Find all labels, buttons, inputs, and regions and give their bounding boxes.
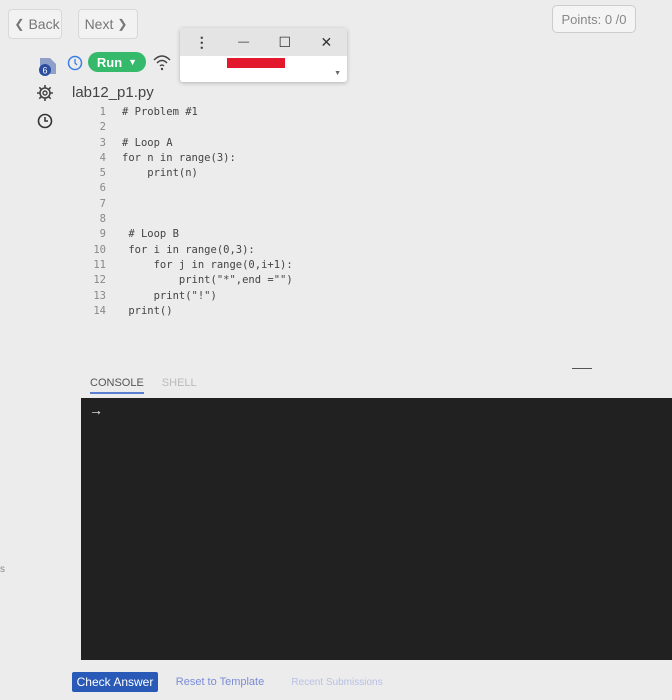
chevron-down-icon: ▼ — [128, 57, 138, 67]
console-output[interactable]: → — [81, 398, 672, 660]
tab-console[interactable]: CONSOLE — [90, 377, 144, 394]
wifi-icon — [152, 53, 172, 76]
code-line: 6 — [80, 182, 672, 197]
code-text[interactable]: for n in range(3): — [122, 152, 236, 164]
settings-gear-icon[interactable] — [36, 84, 54, 102]
code-text[interactable]: print("!") — [122, 290, 217, 302]
recent-submissions-button[interactable]: Recent Submissions — [282, 672, 392, 692]
code-text[interactable]: for i in range(0,3): — [122, 244, 254, 256]
back-label: Back — [28, 16, 60, 32]
user-badge-icon[interactable]: 6 — [36, 54, 56, 76]
close-icon[interactable]: ✕ — [321, 34, 333, 51]
code-line: 8 — [80, 213, 672, 228]
more-menu-icon[interactable]: ⋮ — [195, 34, 209, 51]
badge-count: 6 — [42, 66, 47, 76]
code-editor[interactable]: 1 # Problem #1 2 3 # Loop A 4 for n in rang… — [80, 106, 672, 320]
check-answer-button[interactable]: Check Answer — [72, 672, 158, 692]
chevron-right-icon: ❯ — [117, 17, 128, 31]
code-line: 7 — [80, 198, 672, 213]
line-number: 10 — [93, 243, 106, 256]
code-line: 10 for i in range(0,3): — [80, 244, 672, 259]
minimize-icon[interactable]: — — [238, 36, 249, 48]
code-line: 12 print("*",end ="") — [80, 274, 672, 289]
code-line: 2 — [80, 121, 672, 136]
line-number: 11 — [93, 258, 106, 271]
code-line: 1 # Problem #1 — [80, 106, 672, 121]
code-text[interactable]: # Problem #1 — [122, 106, 198, 118]
line-number: 3 — [99, 136, 106, 149]
maximize-icon[interactable]: ☐ — [279, 34, 292, 51]
edge-text: s — [0, 564, 5, 575]
line-number: 14 — [93, 304, 106, 317]
history-icon[interactable] — [66, 54, 84, 72]
line-number: 9 — [99, 228, 106, 241]
code-line: 5 print(n) — [80, 167, 672, 182]
code-line: 4 for n in range(3): — [80, 152, 672, 167]
line-number: 5 — [99, 167, 106, 180]
code-text[interactable]: print() — [122, 305, 172, 317]
next-label: Next — [84, 16, 114, 32]
window-titlebar: ⋮ — ☐ ✕ — [180, 28, 347, 56]
file-name: lab12_p1.py — [72, 84, 154, 101]
code-text[interactable]: print(n) — [122, 167, 198, 179]
run-button[interactable]: Run ▼ — [88, 52, 146, 72]
line-number: 1 — [99, 106, 106, 118]
floating-window: ⋮ — ☐ ✕ ▼ — [180, 28, 347, 82]
line-number: 2 — [99, 121, 106, 134]
console-tabs: CONSOLE SHELL — [90, 377, 197, 394]
chevron-left-icon: ❮ — [14, 17, 25, 31]
reset-template-button[interactable]: Reset to Template — [170, 672, 270, 692]
code-line: 9 # Loop B — [80, 228, 672, 243]
back-button[interactable]: ❮ Back — [8, 9, 62, 39]
code-line: 11 for j in range(0,i+1): — [80, 259, 672, 274]
line-number: 6 — [99, 182, 106, 195]
line-number: 12 — [93, 274, 106, 287]
code-text[interactable]: for j in range(0,i+1): — [122, 259, 293, 271]
code-text[interactable]: # Loop B — [122, 228, 179, 240]
divider — [572, 368, 592, 369]
line-number: 8 — [99, 213, 106, 226]
code-line: 13 print("!") — [80, 290, 672, 305]
points-badge: Points: 0 /0 — [552, 5, 636, 33]
line-number: 4 — [99, 151, 106, 164]
clock-icon[interactable] — [36, 112, 54, 130]
action-bar: Check Answer Reset to Template Recent Su… — [72, 672, 392, 692]
code-text[interactable]: print("*",end ="") — [122, 274, 293, 286]
run-label: Run — [96, 54, 123, 70]
code-line: 14 print() — [80, 305, 672, 320]
caret-down-icon[interactable]: ▼ — [334, 70, 341, 77]
recording-indicator — [227, 58, 285, 68]
line-number: 13 — [93, 289, 106, 302]
line-number: 7 — [99, 197, 106, 210]
next-button[interactable]: Next ❯ — [78, 9, 138, 39]
console-prompt-arrow: → — [89, 402, 103, 418]
code-text[interactable]: # Loop A — [122, 137, 173, 149]
tab-shell[interactable]: SHELL — [162, 377, 197, 394]
code-line: 3 # Loop A — [80, 137, 672, 152]
